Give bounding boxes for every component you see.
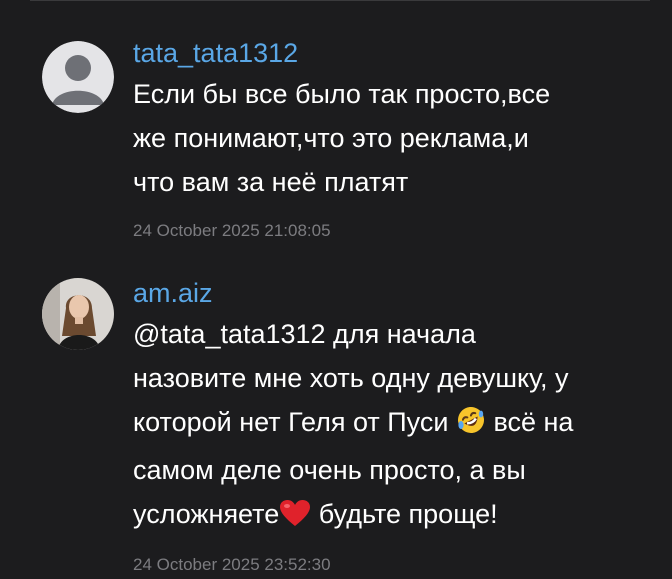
comment-timestamp: 24 October 2025 23:52:30 (133, 555, 331, 574)
comment-text-line: же понимают,что это реклама,и (133, 123, 529, 153)
comment-timestamp: 24 October 2025 21:08:05 (133, 221, 331, 240)
comment-username[interactable]: tata_tata1312 (133, 38, 652, 68)
comment-text-segment: будьте проще! (318, 499, 498, 529)
comment-body: am.aiz @tata_tata1312 для начала назовит… (133, 278, 652, 576)
comment-body: tata_tata1312 Если бы все было так прост… (133, 38, 652, 242)
default-user-icon (42, 41, 114, 113)
comment-text-line: которой нет Геля от Пуси всё на (133, 400, 652, 448)
comment-text-segment: всё на (493, 407, 574, 437)
avatar[interactable] (42, 41, 114, 113)
rolling-on-floor-laughing-emoji (456, 404, 486, 448)
comment-text-segment: усложняете (133, 499, 280, 529)
comment-username[interactable]: am.aiz (133, 278, 652, 308)
user-photo-avatar (42, 278, 114, 350)
comment-text-line: самом деле очень просто, а вы (133, 455, 526, 485)
comment-text-segment: которой нет Геля от Пуси (133, 407, 449, 437)
top-divider (30, 0, 650, 1)
comment-text-line: что вам за неё платят (133, 167, 409, 197)
comment-text-line: назовите мне хоть одну девушку, у (133, 363, 569, 393)
comment-text-line: @tata_tata1312 для начала (133, 319, 476, 349)
comment-text: Если бы все было так просто,все же поним… (133, 72, 652, 204)
comment-text-line: Если бы все было так просто,все (133, 79, 551, 109)
comment-text: @tata_tata1312 для начала назовите мне х… (133, 312, 652, 540)
red-heart-emoji (279, 496, 311, 540)
comment-text-line: усложняете будьте проще! (133, 492, 652, 540)
avatar[interactable] (42, 278, 114, 350)
